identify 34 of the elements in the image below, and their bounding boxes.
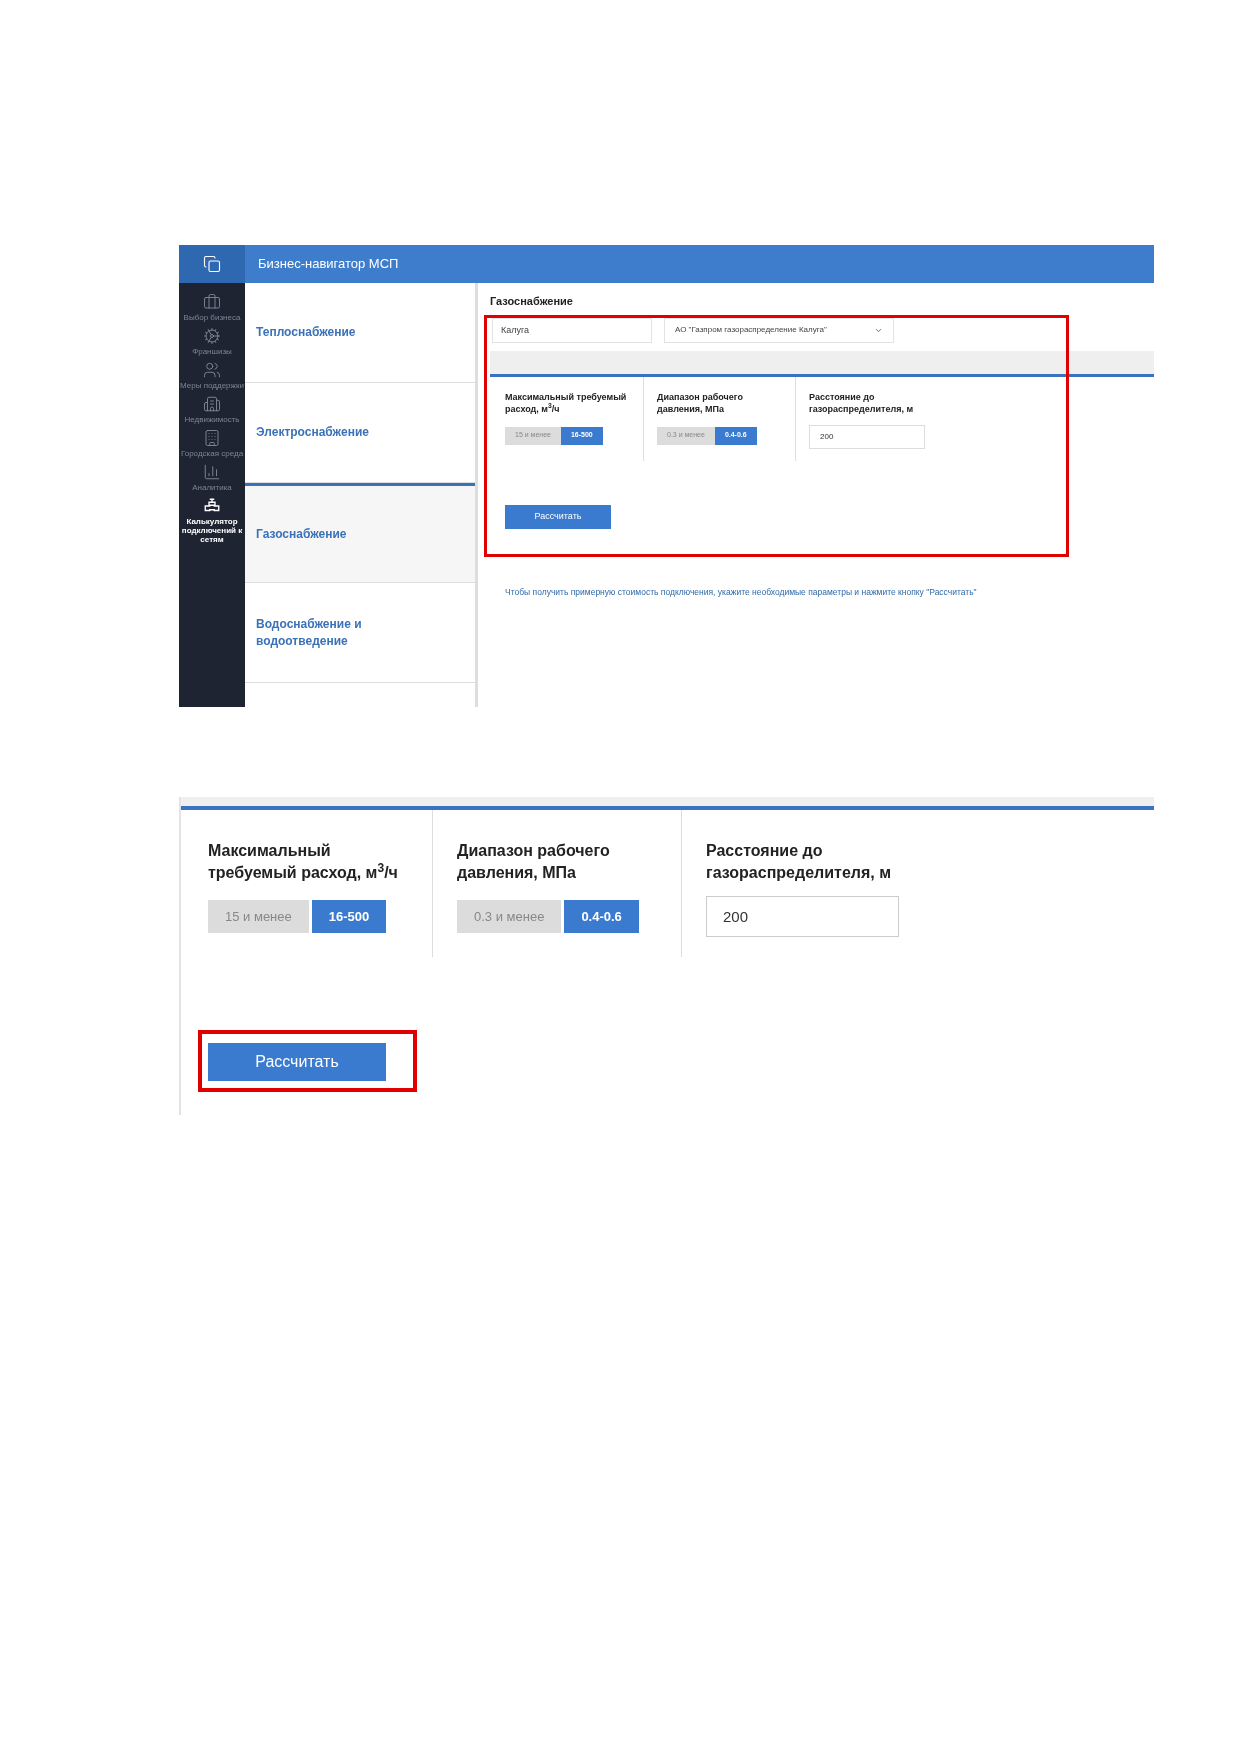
sidebar-item[interactable]: Выбор бизнеса <box>179 293 245 322</box>
parameter-label: Расстояние до газораспределителя, м <box>706 841 892 883</box>
option-toggle[interactable]: 0.4-0.6 <box>564 900 639 933</box>
parameter-label: Расстояние до газораспределителя, м <box>809 390 915 415</box>
sidebar-item[interactable]: Калькулятор подключений к сетям <box>179 497 245 544</box>
sidebar-item[interactable]: Недвижимость <box>179 395 245 424</box>
supplier-select[interactable]: АО "Газпром газораспределение Калуга" <box>664 317 894 343</box>
region-field[interactable]: Калуга <box>492 317 652 343</box>
option-toggle[interactable]: 0.3 и менее <box>457 900 562 933</box>
parameter-label: Максимальный требуемый расход, м$^{3}$/ч <box>505 390 628 415</box>
sidebar-item[interactable]: Меры поддержки <box>179 361 245 390</box>
bar-chart-icon <box>203 463 221 481</box>
parameter-label: Максимальный требуемый расход, м$^{3}$/ч <box>208 841 399 883</box>
calculate-button[interactable]: Рассчитать <box>208 1043 386 1081</box>
option-toggle[interactable]: 16-500 <box>311 900 387 933</box>
gear-icon <box>203 327 221 345</box>
section-title: Газоснабжение <box>490 294 574 309</box>
distance-input[interactable]: 200 <box>809 424 925 449</box>
parameter-label: Диапазон рабочего давления, МПа <box>457 841 611 883</box>
distance-input[interactable]: 200 <box>706 896 899 937</box>
sidebar-item[interactable]: Городская среда <box>179 429 245 458</box>
option-toggle[interactable]: 15 и менее <box>208 900 309 933</box>
building-icon <box>203 429 221 447</box>
parameter-label: Диапазон рабочего давления, МПа <box>657 390 744 415</box>
building-icon <box>203 395 221 413</box>
logo-icon <box>203 255 221 273</box>
app-title: Бизнес-навигатор МСП <box>258 255 399 274</box>
sidebar-item[interactable]: Аналитика <box>179 463 245 492</box>
sidebar-item[interactable]: Франшизы <box>179 327 245 356</box>
calculate-button[interactable]: Рассчитать <box>505 504 611 529</box>
people-icon <box>203 361 221 379</box>
hint-text: Чтобы получить примерную стоимость подключения, укажите необходимые параметры и нажмите кнопку "Рассчитать" <box>505 585 978 599</box>
category-tab[interactable]: Газоснабжение <box>245 483 475 583</box>
briefcase-icon <box>203 293 221 311</box>
